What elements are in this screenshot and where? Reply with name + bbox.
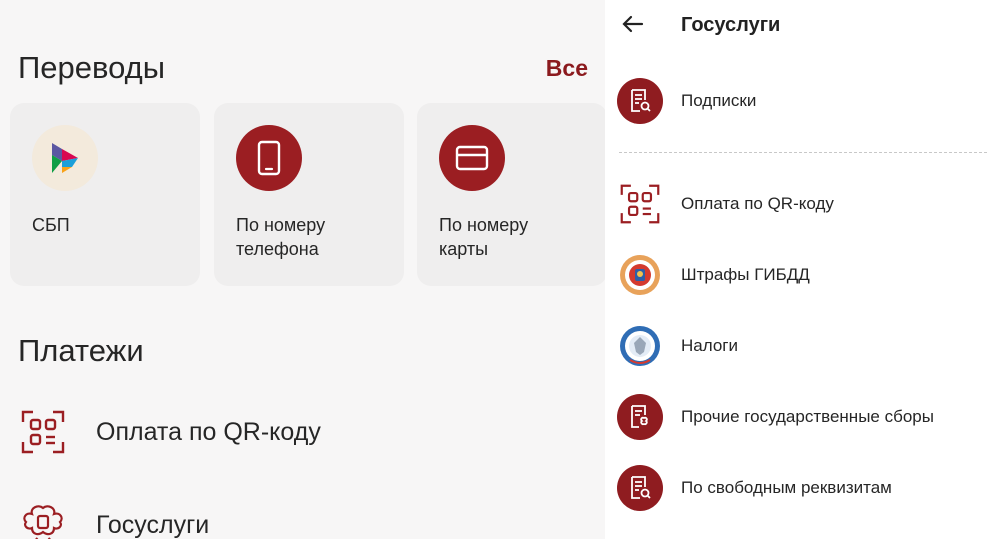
- panel-item-qr[interactable]: Оплата по QR-коду: [617, 181, 834, 227]
- back-arrow-icon[interactable]: [621, 12, 645, 36]
- fns-emblem-icon: [617, 323, 663, 369]
- sbp-logo-icon: [32, 125, 98, 191]
- panel-item-other-fees[interactable]: Прочие государственные сборы: [617, 394, 934, 440]
- coat-of-arms-icon: [18, 500, 68, 539]
- transfer-card-card[interactable]: По номеру карты: [417, 103, 605, 286]
- gibdd-emblem-icon: [617, 252, 663, 298]
- gosuslugi-panel: Госуслуги Подписки Оплата по QR-коду Штр…: [605, 0, 992, 539]
- panel-item-label: Подписки: [681, 91, 757, 110]
- main-screen: Переводы Все СБП По номеру телефона По н…: [0, 0, 605, 539]
- panel-title: Госуслуги: [681, 14, 781, 36]
- panel-item-label: Прочие государственные сборы: [681, 407, 934, 426]
- card-label: По номеру карты: [439, 215, 529, 259]
- panel-item-subscriptions[interactable]: Подписки: [617, 78, 756, 124]
- credit-card-icon: [439, 125, 505, 191]
- transfer-card-phone[interactable]: По номеру телефона: [214, 103, 404, 286]
- qr-scan-icon: [617, 181, 663, 227]
- payment-item-qr[interactable]: Оплата по QR-коду: [18, 407, 321, 457]
- smartphone-icon: [236, 125, 302, 191]
- receipt-search-icon: [617, 465, 663, 511]
- section-divider: [619, 152, 987, 153]
- panel-item-label: Оплата по QR-коду: [681, 194, 834, 213]
- panel-item-label: Налоги: [681, 336, 738, 355]
- panel-item-label: По свободным реквизитам: [681, 478, 892, 497]
- panel-item-label: Штрафы ГИБДД: [681, 265, 810, 284]
- see-all-link[interactable]: Все: [546, 55, 588, 82]
- panel-item-taxes[interactable]: Налоги: [617, 323, 738, 369]
- receipt-emblem-icon: [617, 394, 663, 440]
- payment-item-label: Госуслуги: [96, 510, 210, 539]
- payment-item-gosuslugi[interactable]: Госуслуги: [18, 500, 209, 539]
- panel-item-gibdd[interactable]: Штрафы ГИБДД: [617, 252, 810, 298]
- transfers-section-title: Переводы: [18, 50, 166, 85]
- payments-section-title: Платежи: [18, 333, 144, 368]
- card-label: СБП: [32, 215, 70, 235]
- card-label: По номеру телефона: [236, 215, 326, 259]
- transfer-card-sbp[interactable]: СБП: [10, 103, 200, 286]
- payment-item-label: Оплата по QR-коду: [96, 417, 321, 446]
- panel-item-free-requisites[interactable]: По свободным реквизитам: [617, 465, 892, 511]
- qr-scan-icon: [18, 407, 68, 457]
- receipt-search-icon: [617, 78, 663, 124]
